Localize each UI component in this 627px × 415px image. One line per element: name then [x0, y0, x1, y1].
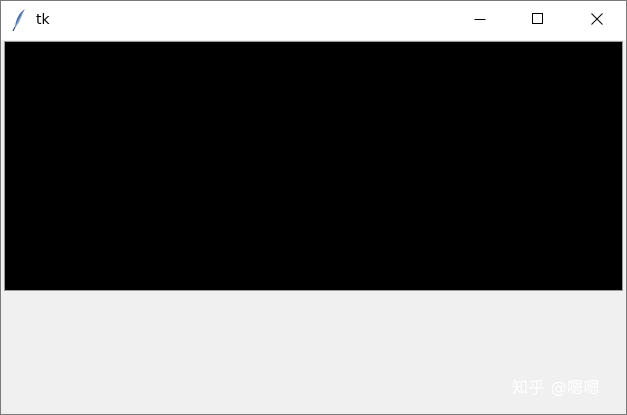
minimize-button[interactable] [451, 1, 509, 40]
close-icon [591, 12, 603, 30]
close-button[interactable] [568, 1, 626, 40]
minimize-icon [474, 12, 486, 30]
maximize-icon [532, 12, 544, 30]
maximize-button[interactable] [509, 1, 567, 40]
black-canvas[interactable] [4, 41, 623, 291]
feather-icon [12, 8, 28, 32]
tk-window: tk 知乎 @嗯嗯 [0, 0, 627, 415]
watermark-text: 知乎 @嗯嗯 [512, 378, 601, 397]
window-title: tk [36, 12, 50, 28]
title-bar[interactable]: tk [1, 1, 626, 40]
